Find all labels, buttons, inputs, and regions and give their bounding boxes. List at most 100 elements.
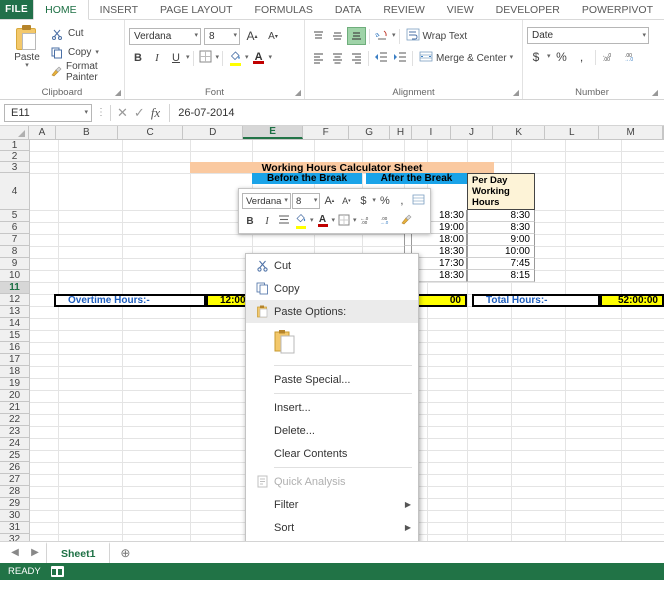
chevron-down-icon[interactable]: ▾	[95, 49, 99, 56]
row-header-16[interactable]: 16	[0, 342, 29, 354]
row-header-6[interactable]: 6	[0, 222, 29, 234]
chevron-down-icon[interactable]: ▾	[25, 62, 29, 69]
merge-center-button[interactable]: Merge & Center ▾	[416, 49, 516, 67]
mini-bold-button[interactable]: B	[242, 213, 258, 230]
row-header-20[interactable]: 20	[0, 390, 29, 402]
chevron-down-icon[interactable]: ▾	[353, 217, 357, 224]
context-menu-item-sort[interactable]: Sort ▶	[246, 516, 418, 539]
percent-button[interactable]: %	[553, 48, 571, 66]
mini-fill-color-button[interactable]	[293, 213, 309, 230]
tab-powerpivot[interactable]: POWERPIVOT	[571, 0, 664, 19]
column-header-f[interactable]: F	[303, 126, 350, 139]
formula-bar-expand[interactable]: ⋮	[95, 107, 107, 118]
row-header-18[interactable]: 18	[0, 366, 29, 378]
row-header-4[interactable]: 4	[0, 173, 29, 210]
row-header-15[interactable]: 15	[0, 330, 29, 342]
table-row[interactable]: 8:30	[467, 222, 535, 234]
chevron-down-icon[interactable]: ▾	[284, 197, 288, 204]
mini-currency-button[interactable]: $	[355, 193, 371, 210]
row-header-5[interactable]: 5	[0, 210, 29, 222]
increase-indent-button[interactable]	[391, 49, 409, 67]
total-hours-label[interactable]: Total Hours:-	[472, 294, 600, 307]
chevron-down-icon[interactable]: ▾	[314, 197, 318, 204]
formula-input[interactable]: 26-07-2014	[169, 103, 660, 122]
fill-color-button[interactable]	[226, 49, 244, 67]
name-box[interactable]: E11 ▾	[4, 103, 92, 122]
insert-function-icon[interactable]: fx	[151, 105, 160, 121]
context-menu-item-delete[interactable]: Delete...	[246, 419, 418, 442]
column-header-c[interactable]: C	[117, 126, 184, 139]
chevron-down-icon[interactable]: ▾	[642, 32, 646, 39]
chevron-down-icon[interactable]: ▾	[372, 197, 376, 204]
font-name-combo[interactable]: Verdana ▾	[129, 27, 201, 45]
cancel-icon[interactable]: ✕	[117, 105, 128, 121]
column-header-i[interactable]: I	[412, 126, 451, 139]
context-menu-item-clear-contents[interactable]: Clear Contents	[246, 442, 418, 465]
borders-button[interactable]	[197, 49, 215, 67]
overtime-hours-label[interactable]: Overtime Hours:-	[54, 294, 206, 307]
recording-macro-icon[interactable]	[50, 566, 64, 577]
font-dialog-launcher[interactable]: ◢	[295, 88, 301, 97]
column-header-k[interactable]: K	[493, 126, 546, 139]
sheet-title-cell[interactable]: Working Hours Calculator Sheet	[190, 162, 494, 173]
column-header-d[interactable]: D	[183, 126, 244, 139]
font-color-button[interactable]: A	[250, 49, 268, 67]
chevron-down-icon[interactable]: ▾	[194, 32, 198, 39]
copy-button[interactable]: Copy ▾	[50, 44, 120, 61]
italic-button[interactable]: I	[148, 49, 166, 67]
chevron-down-icon[interactable]: ▾	[510, 54, 514, 61]
number-dialog-launcher[interactable]: ◢	[652, 88, 658, 97]
row-header-26[interactable]: 26	[0, 462, 29, 474]
row-header-11[interactable]: 11	[0, 282, 29, 294]
column-header-b[interactable]: B	[56, 126, 118, 139]
chevron-down-icon[interactable]: ▾	[233, 32, 237, 39]
mini-grow-font-button[interactable]: A ▴	[321, 193, 337, 210]
row-header-13[interactable]: 13	[0, 306, 29, 318]
align-bottom-button[interactable]	[347, 27, 366, 45]
grow-font-button[interactable]: A ▴	[243, 27, 261, 45]
align-center-button[interactable]	[328, 49, 346, 67]
table-row[interactable]: 18:00	[411, 234, 467, 246]
underline-button[interactable]: U	[167, 49, 185, 67]
cut-button[interactable]: Cut	[50, 25, 120, 42]
add-sheet-button[interactable]: ⊕	[112, 546, 138, 560]
table-row[interactable]: 7:45	[467, 258, 535, 270]
table-row[interactable]: 18:30	[411, 270, 467, 282]
chevron-down-icon[interactable]: ▾	[216, 54, 220, 61]
column-header-j[interactable]: J	[450, 126, 494, 139]
paste-option-keep-source-formatting[interactable]	[246, 323, 418, 363]
align-middle-button[interactable]	[328, 27, 346, 45]
row-header-12[interactable]: 12	[0, 294, 29, 306]
table-header-per-day-working-hours[interactable]: Per Day Working Hours	[467, 173, 535, 210]
number-format-combo[interactable]: Date ▾	[527, 27, 649, 44]
align-right-button[interactable]	[347, 49, 365, 67]
tab-insert[interactable]: INSERT	[89, 0, 149, 19]
clipboard-dialog-launcher[interactable]: ◢	[115, 88, 121, 97]
table-row[interactable]: 18:30	[411, 246, 467, 258]
row-header-14[interactable]: 14	[0, 318, 29, 330]
tab-page-layout[interactable]: PAGE LAYOUT	[149, 0, 244, 19]
chevron-down-icon[interactable]: ▾	[269, 54, 273, 61]
row-header-30[interactable]: 30	[0, 510, 29, 522]
row-header-17[interactable]: 17	[0, 354, 29, 366]
row-header-25[interactable]: 25	[0, 450, 29, 462]
table-row[interactable]: 9:00	[467, 234, 535, 246]
table-row[interactable]: 8:15	[467, 270, 535, 282]
tab-review[interactable]: REVIEW	[372, 0, 435, 19]
mini-align-button[interactable]	[276, 213, 292, 230]
table-row[interactable]: 10:00	[467, 246, 535, 258]
column-header-m[interactable]: M	[599, 126, 663, 139]
orientation-button[interactable]: a	[373, 27, 391, 45]
tab-view[interactable]: VIEW	[436, 0, 485, 19]
row-header-32[interactable]: 32	[0, 534, 29, 541]
tab-data[interactable]: DATA	[324, 0, 372, 19]
next-sheet-button[interactable]: ▶	[26, 547, 44, 558]
table-row[interactable]: 8:30	[467, 210, 535, 222]
select-all-corner[interactable]	[0, 126, 29, 139]
row-header-10[interactable]: 10	[0, 270, 29, 282]
row-header-2[interactable]: 2	[0, 151, 29, 162]
chevron-down-icon[interactable]: ▾	[84, 109, 88, 116]
row-header-29[interactable]: 29	[0, 498, 29, 510]
chevron-down-icon[interactable]: ▾	[245, 54, 249, 61]
column-header-h[interactable]: H	[389, 126, 413, 139]
